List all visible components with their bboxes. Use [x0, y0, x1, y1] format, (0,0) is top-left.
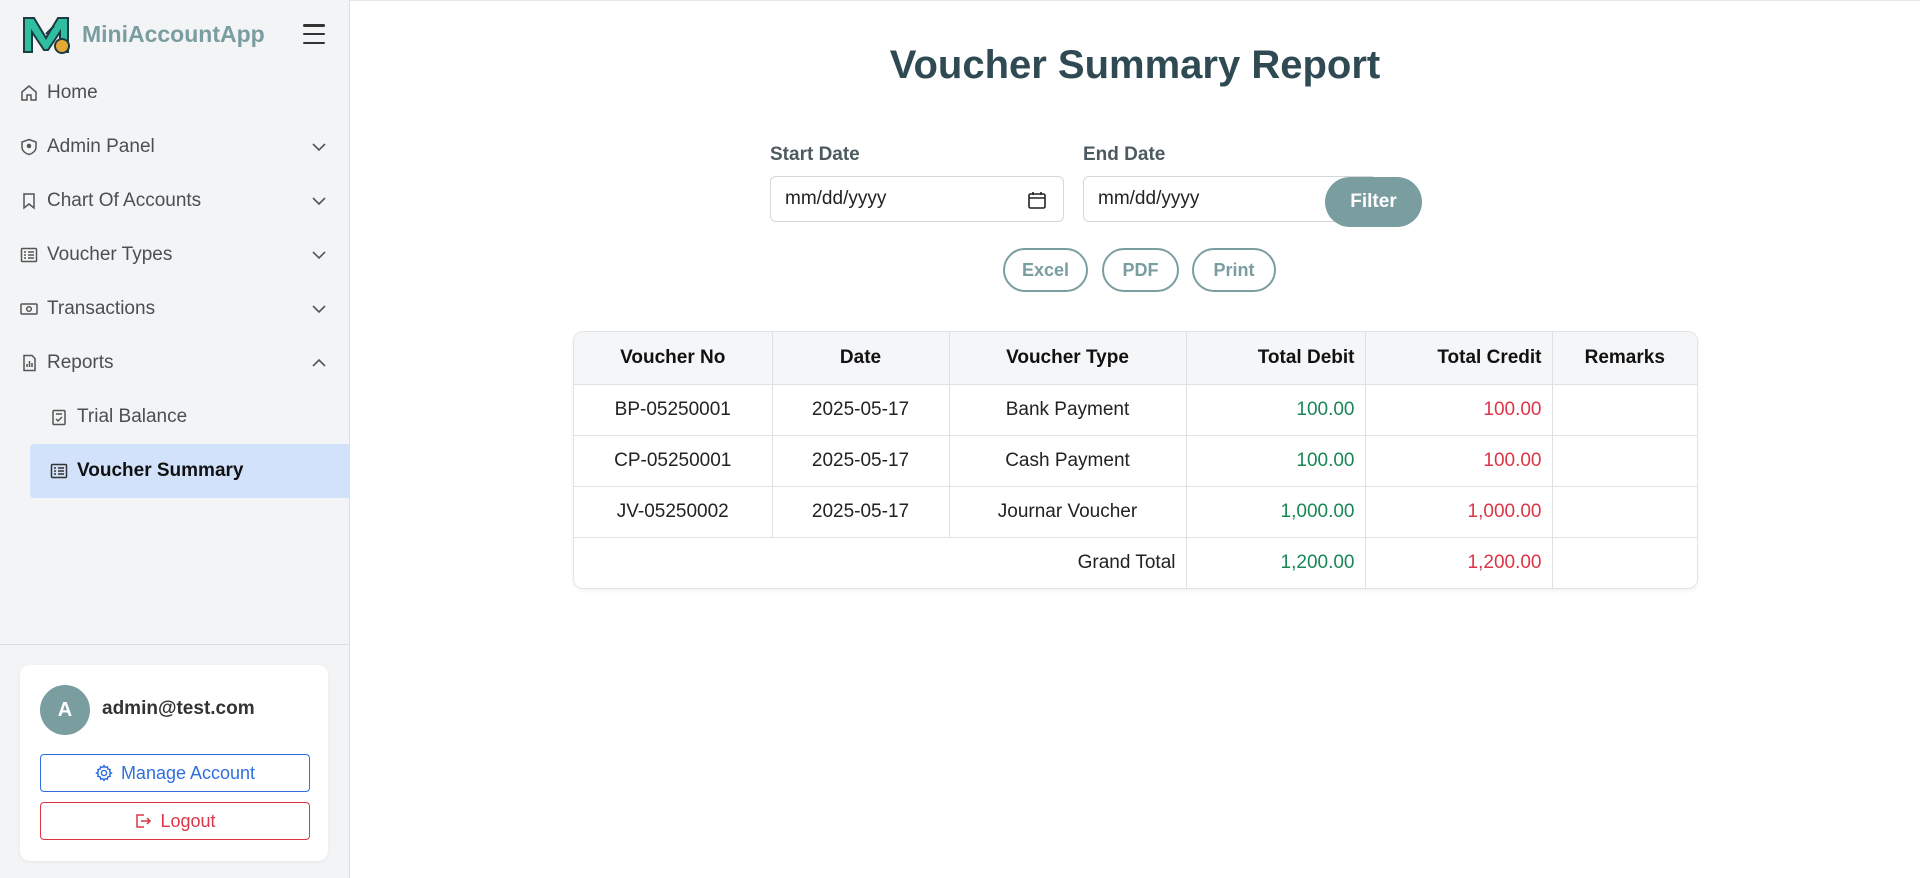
column-header-remarks[interactable]: Remarks — [1552, 332, 1697, 385]
voucher-type-cell: Journar Voucher — [949, 486, 1187, 538]
sidebar-item-label: Admin Panel — [47, 136, 155, 157]
table-row[interactable]: CP-05250001 2025-05-17 Cash Payment 100.… — [574, 435, 1697, 487]
grand-total-debit: 1,200.00 — [1186, 537, 1366, 588]
grand-total-remarks — [1552, 537, 1697, 588]
logout-button[interactable]: Logout — [40, 802, 310, 840]
sidebar-item-admin-panel[interactable]: Admin Panel — [0, 120, 350, 174]
start-date-input[interactable]: mm/dd/yyyy — [770, 176, 1064, 222]
app-logo-icon — [20, 12, 72, 56]
table-row[interactable]: BP-05250001 2025-05-17 Bank Payment 100.… — [574, 384, 1697, 436]
brand[interactable]: MiniAccountApp — [20, 10, 265, 58]
table-header-row: Voucher No Date Voucher Type Total Debit… — [574, 332, 1697, 385]
hamburger-line — [303, 24, 325, 27]
sidebar-item-label: Home — [47, 82, 98, 103]
print-button[interactable]: Print — [1192, 248, 1276, 292]
column-header-voucher-type[interactable]: Voucher Type — [949, 332, 1187, 385]
credit-cell: 100.00 — [1365, 384, 1553, 436]
pdf-button[interactable]: PDF — [1102, 248, 1179, 292]
sidebar-item-label: Chart Of Accounts — [47, 190, 202, 211]
credit-cell: 1,000.00 — [1365, 486, 1553, 538]
column-header-date[interactable]: Date — [772, 332, 950, 385]
gear-icon — [95, 764, 113, 782]
sidebar-item-trial-balance[interactable]: Trial Balance — [0, 390, 350, 444]
voucher-no-cell: CP-05250001 — [574, 435, 773, 487]
app-name: MiniAccountApp — [82, 20, 265, 47]
column-header-voucher-no[interactable]: Voucher No — [574, 332, 773, 385]
grand-total-label: Grand Total — [574, 537, 1187, 588]
chevron-down-icon[interactable] — [310, 192, 328, 210]
manage-account-label: Manage Account — [120, 762, 256, 783]
clipboard-check-icon — [50, 408, 68, 426]
avatar[interactable]: A — [40, 685, 90, 735]
shield-icon — [20, 138, 38, 156]
start-date-label: Start Date — [770, 144, 860, 165]
chevron-down-icon[interactable] — [310, 300, 328, 318]
hamburger-line — [303, 32, 325, 36]
sidebar-item-transactions[interactable]: Transactions — [0, 282, 350, 336]
sidebar-item-home[interactable]: Home — [0, 66, 350, 120]
user-email: admin@test.com — [102, 698, 255, 719]
debit-cell: 100.00 — [1186, 384, 1366, 436]
table-row[interactable]: JV-05250002 2025-05-17 Journar Voucher 1… — [574, 486, 1697, 538]
column-header-total-debit[interactable]: Total Debit — [1186, 332, 1366, 385]
excel-button[interactable]: Excel — [1003, 248, 1088, 292]
menu-toggle-button[interactable] — [300, 20, 328, 48]
home-icon — [20, 84, 38, 102]
cash-icon — [20, 300, 38, 318]
sidebar-item-voucher-summary[interactable]: Voucher Summary — [30, 444, 350, 498]
voucher-type-cell: Bank Payment — [949, 384, 1187, 436]
list-icon — [50, 462, 68, 480]
grand-total-row: Grand Total 1,200.00 1,200.00 — [574, 537, 1697, 588]
logout-label: Logout — [160, 810, 216, 831]
calendar-icon[interactable] — [1027, 190, 1047, 210]
list-icon — [20, 246, 38, 264]
column-header-total-credit[interactable]: Total Credit — [1365, 332, 1553, 385]
date-cell: 2025-05-17 — [772, 384, 950, 436]
page-title: Voucher Summary Report — [889, 43, 1381, 87]
sidebar-nav: Home Admin Panel Chart Of Accounts Vouch… — [0, 66, 350, 498]
voucher-no-cell: BP-05250001 — [574, 384, 773, 436]
export-actions: Excel PDF Print — [350, 248, 1920, 292]
date-cell: 2025-05-17 — [772, 435, 950, 487]
sidebar-footer: A admin@test.com Manage Account Logout — [0, 644, 350, 878]
sidebar: MiniAccountApp Home Admin Panel Chart Of… — [0, 0, 350, 878]
remarks-cell — [1552, 435, 1697, 487]
bookmark-icon — [20, 192, 38, 210]
sidebar-item-label: Trial Balance — [77, 406, 188, 427]
sidebar-item-label: Reports — [47, 352, 114, 373]
sidebar-item-reports[interactable]: Reports — [0, 336, 350, 390]
logout-icon — [134, 812, 152, 830]
end-date-value: mm/dd/yyyy — [1098, 188, 1200, 209]
debit-cell: 100.00 — [1186, 435, 1366, 487]
voucher-no-cell: JV-05250002 — [574, 486, 773, 538]
grand-total-credit: 1,200.00 — [1365, 537, 1553, 588]
hamburger-line — [303, 41, 325, 44]
report-icon — [20, 354, 38, 372]
sidebar-item-chart-of-accounts[interactable]: Chart Of Accounts — [0, 174, 350, 228]
date-cell: 2025-05-17 — [772, 486, 950, 538]
chevron-down-icon[interactable] — [310, 138, 328, 156]
sidebar-item-label: Voucher Types — [47, 244, 173, 265]
voucher-type-cell: Cash Payment — [949, 435, 1187, 487]
credit-cell: 100.00 — [1365, 435, 1553, 487]
sidebar-item-voucher-types[interactable]: Voucher Types — [0, 228, 350, 282]
remarks-cell — [1552, 486, 1697, 538]
start-date-value: mm/dd/yyyy — [785, 188, 887, 209]
voucher-summary-table: Voucher No Date Voucher Type Total Debit… — [573, 331, 1698, 589]
chevron-down-icon[interactable] — [310, 246, 328, 264]
manage-account-button[interactable]: Manage Account — [40, 754, 310, 792]
sidebar-item-label: Transactions — [47, 298, 156, 319]
filter-button[interactable]: Filter — [1325, 177, 1422, 227]
sidebar-item-label: Voucher Summary — [77, 460, 244, 481]
main-content: Voucher Summary Report Start Date mm/dd/… — [350, 0, 1920, 878]
user-card: A admin@test.com Manage Account Logout — [20, 665, 328, 861]
chevron-up-icon[interactable] — [310, 354, 328, 372]
remarks-cell — [1552, 384, 1697, 436]
debit-cell: 1,000.00 — [1186, 486, 1366, 538]
end-date-label: End Date — [1083, 144, 1166, 165]
start-date-field: Start Date mm/dd/yyyy — [770, 144, 1064, 222]
